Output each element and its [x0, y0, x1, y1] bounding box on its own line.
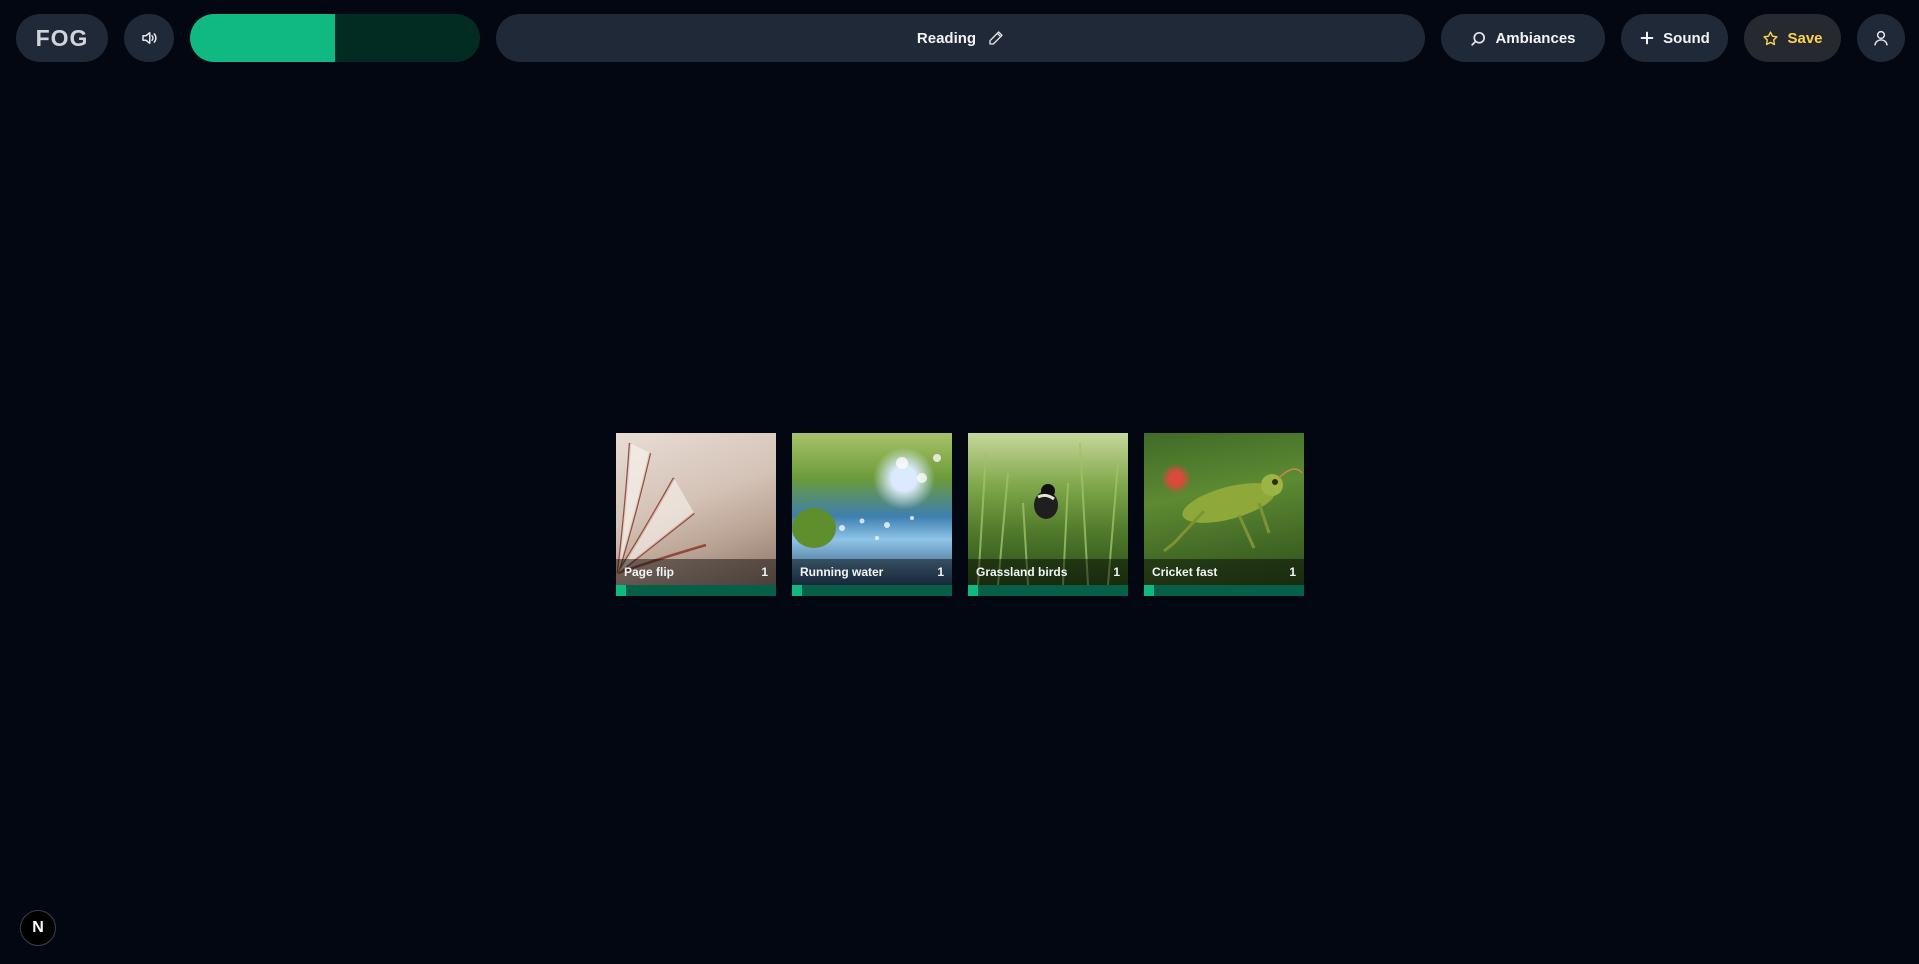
save-button[interactable]: Save [1744, 14, 1841, 62]
sound-name: Cricket fast [1152, 565, 1218, 579]
sound-card[interactable]: Cricket fast 1 [1144, 433, 1304, 596]
mute-button[interactable] [124, 14, 174, 62]
sound-volume-slider[interactable] [792, 585, 952, 596]
ambiances-button[interactable]: Ambiances [1441, 14, 1605, 62]
save-label: Save [1787, 29, 1823, 47]
ambiances-label: Ambiances [1495, 29, 1576, 47]
sound-grid: Page flip 1 Running water 1 Grassland bi… [616, 433, 1304, 596]
sound-name: Page flip [624, 565, 675, 579]
sound-volume-fill [616, 585, 626, 596]
sound-label-bar: Cricket fast 1 [1144, 559, 1304, 585]
master-volume-slider[interactable] [190, 14, 480, 62]
fog-logo[interactable]: FOG [16, 14, 108, 62]
sound-volume-fill [968, 585, 978, 596]
sound-count: 1 [1289, 565, 1296, 579]
sound-card[interactable]: Grassland birds 1 [968, 433, 1128, 596]
sound-volume-slider[interactable] [616, 585, 776, 596]
volume-icon [140, 29, 158, 47]
sound-card[interactable]: Running water 1 [792, 433, 952, 596]
sound-label-bar: Running water 1 [792, 559, 952, 585]
sound-name: Grassland birds [976, 565, 1068, 579]
sound-label: Sound [1663, 29, 1710, 47]
sound-name: Running water [800, 565, 884, 579]
sound-count: 1 [937, 565, 944, 579]
master-volume-fill [190, 14, 335, 62]
sound-count: 1 [1113, 565, 1120, 579]
sound-label-bar: Page flip 1 [616, 559, 776, 585]
add-sound-button[interactable]: Sound [1621, 14, 1728, 62]
ambiance-title: Reading [916, 29, 977, 47]
top-bar: FOG Reading Ambiances Sound Save [0, 0, 1919, 76]
sound-volume-slider[interactable] [1144, 585, 1304, 596]
dev-badge[interactable]: N [20, 910, 56, 946]
pencil-icon [988, 30, 1004, 46]
sound-label-bar: Grassland birds 1 [968, 559, 1128, 585]
user-icon [1872, 29, 1890, 47]
sound-count: 1 [761, 565, 768, 579]
star-icon [1762, 30, 1779, 47]
sound-volume-fill [792, 585, 802, 596]
sound-volume-slider[interactable] [968, 585, 1128, 596]
user-button[interactable] [1857, 14, 1905, 62]
sound-card[interactable]: Page flip 1 [616, 433, 776, 596]
sound-volume-fill [1144, 585, 1154, 596]
plus-icon [1639, 30, 1655, 46]
ambiance-title-button[interactable]: Reading [496, 14, 1425, 62]
search-icon [1470, 30, 1487, 47]
